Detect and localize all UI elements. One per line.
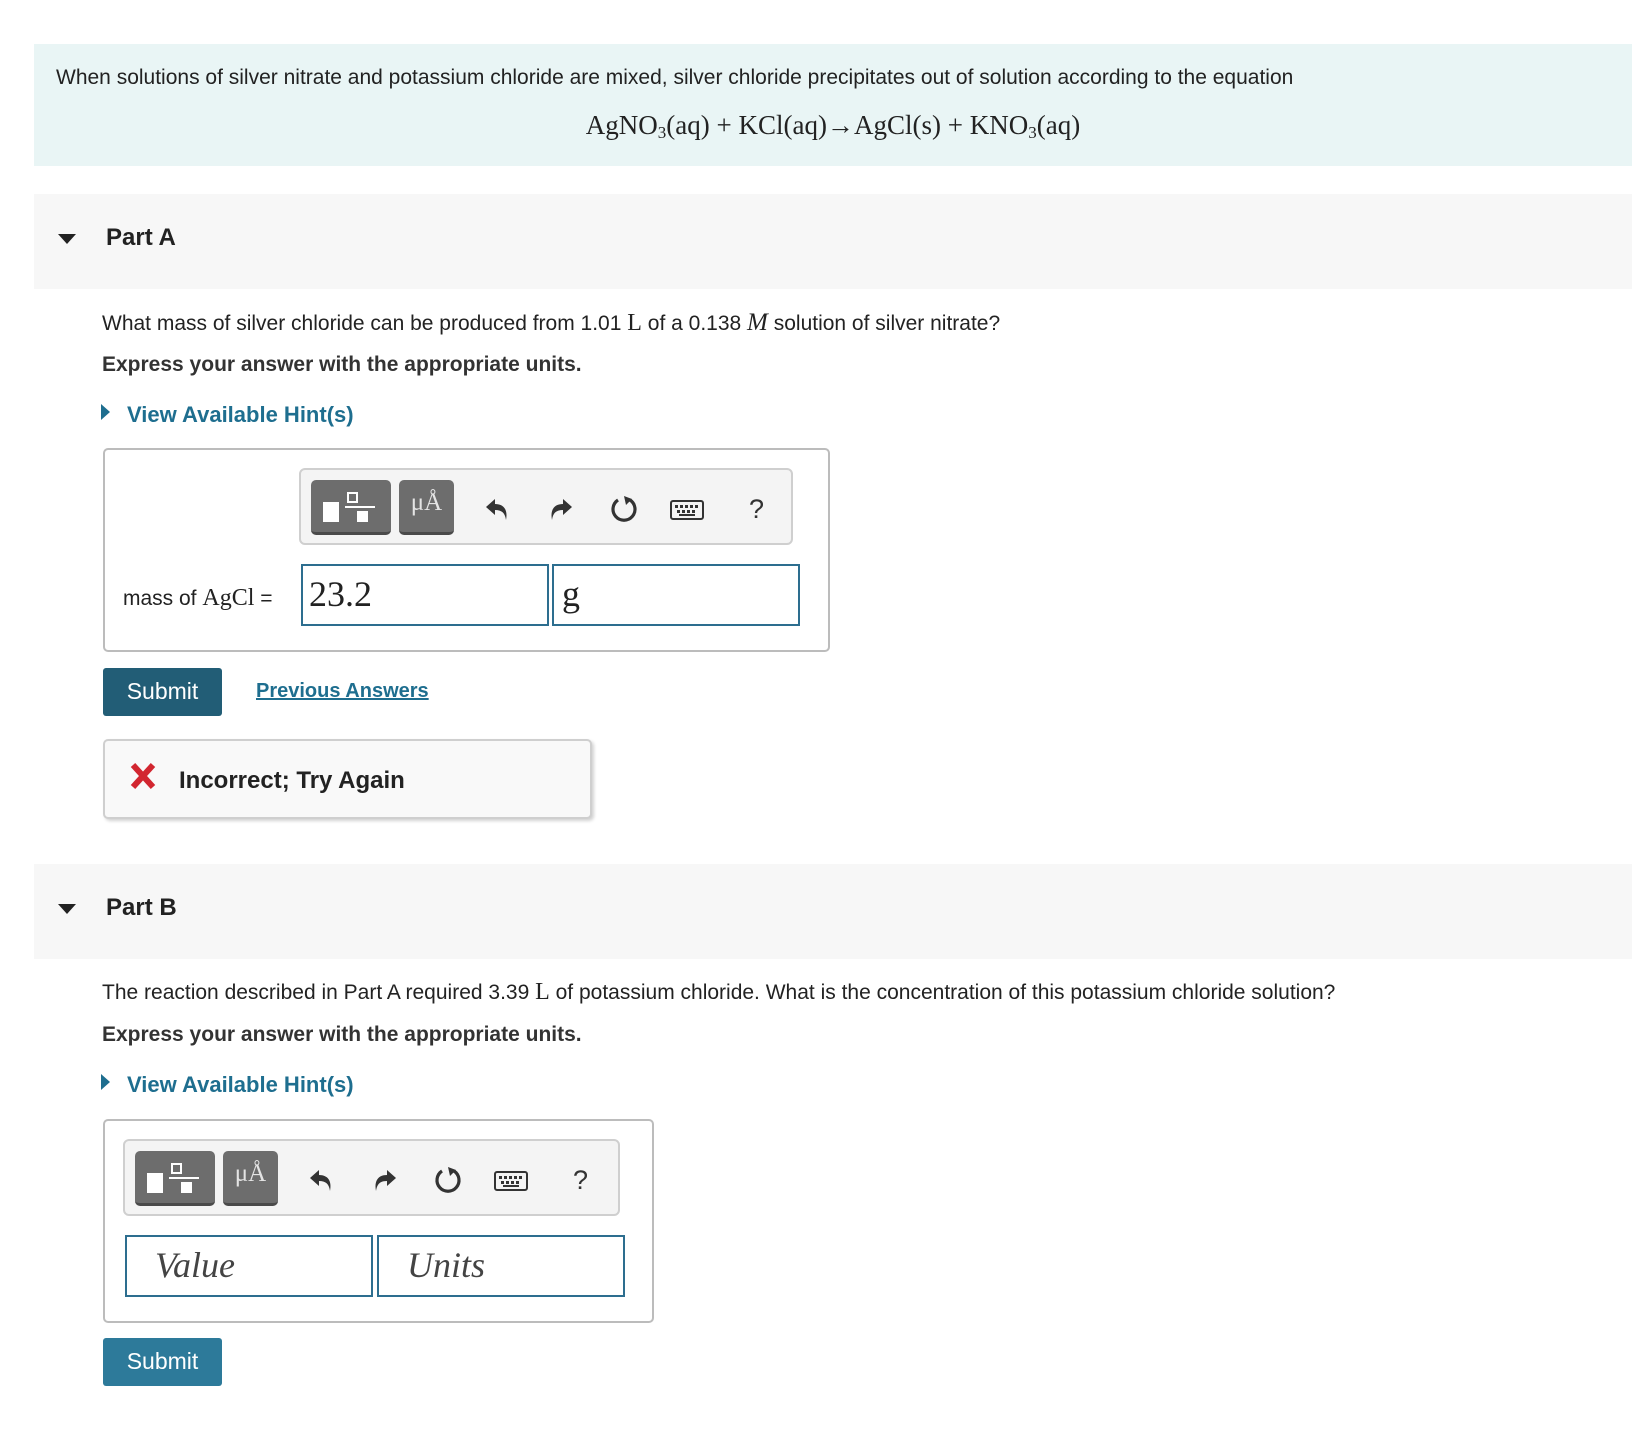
eq-arrow: → xyxy=(826,110,854,140)
answer-label-equals: = xyxy=(260,587,273,610)
question-text: solution of silver nitrate? xyxy=(773,312,1001,335)
redo-icon[interactable] xyxy=(367,1163,401,1197)
part-a-hint-toggle[interactable]: View Available Hint(s) xyxy=(101,402,354,428)
units-icon: μÅ xyxy=(234,1160,267,1187)
keyboard-icon[interactable] xyxy=(669,492,705,526)
hint-label[interactable]: View Available Hint(s) xyxy=(127,1072,354,1097)
unit-liters: L xyxy=(627,310,642,336)
part-b-title: Part B xyxy=(106,894,177,921)
units-input[interactable]: g xyxy=(552,564,800,626)
math-toolbar: μÅ ? xyxy=(299,468,793,545)
help-icon[interactable]: ? xyxy=(749,494,764,525)
part-b-hint-toggle[interactable]: View Available Hint(s) xyxy=(101,1072,354,1098)
feedback-message: Incorrect; Try Again xyxy=(179,767,405,794)
eq-product1: AgCl(s) xyxy=(853,110,941,140)
collapse-triangle-icon[interactable] xyxy=(58,234,76,244)
eq-reactant2: KCl(aq) xyxy=(738,110,827,140)
collapse-triangle-icon[interactable] xyxy=(58,904,76,914)
eq-reactant1: AgNO xyxy=(585,110,658,140)
part-b-question: The reaction described in Part A require… xyxy=(102,979,1335,1006)
unit-molarity: M xyxy=(747,309,768,336)
eq-plus: + xyxy=(716,110,732,140)
hint-triangle-icon xyxy=(101,1074,110,1090)
units-button[interactable]: μÅ xyxy=(223,1151,278,1206)
eq-reactant1-state: (aq) xyxy=(666,110,710,140)
redo-icon[interactable] xyxy=(543,492,577,526)
hint-triangle-icon xyxy=(101,404,110,420)
part-b-instruction: Express your answer with the appropriate… xyxy=(102,1023,582,1046)
answer-label: mass of AgCl = xyxy=(123,585,273,612)
question-text: The reaction described in Part A require… xyxy=(102,981,530,1004)
templates-button[interactable] xyxy=(135,1151,215,1206)
eq-product2-subscript: 3 xyxy=(1028,123,1037,142)
part-b-answer-box: μÅ ? Value Units xyxy=(103,1119,654,1323)
answer-label-text: mass of xyxy=(123,587,197,610)
part-a-question: What mass of silver chloride can be prod… xyxy=(102,309,1000,337)
hint-label[interactable]: View Available Hint(s) xyxy=(127,402,354,427)
chemical-equation: AgNO3(aq) + KCl(aq)→AgCl(s) + KNO3(aq) xyxy=(34,110,1632,141)
question-text: of a 0.138 xyxy=(647,312,742,335)
math-toolbar: μÅ ? xyxy=(123,1139,620,1216)
part-a-header[interactable]: Part A xyxy=(34,194,1632,289)
keyboard-icon[interactable] xyxy=(493,1163,529,1197)
question-text: of potassium chloride. What is the conce… xyxy=(555,981,1336,1004)
value-input[interactable]: 23.2 xyxy=(301,564,549,626)
eq-product2-state: (aq) xyxy=(1036,110,1081,140)
incorrect-x-icon xyxy=(129,761,157,791)
intro-text: When solutions of silver nitrate and pot… xyxy=(56,66,1294,89)
help-icon[interactable]: ? xyxy=(573,1165,588,1196)
part-a-title: Part A xyxy=(106,224,176,251)
templates-button[interactable] xyxy=(311,480,391,535)
reset-icon[interactable] xyxy=(431,1163,465,1197)
feedback-incorrect: Incorrect; Try Again xyxy=(103,739,592,819)
value-input[interactable]: Value xyxy=(125,1235,373,1297)
reset-icon[interactable] xyxy=(607,492,641,526)
answer-label-formula: AgCl xyxy=(202,585,255,611)
part-a-answer-box: μÅ ? mass of AgCl = 23.2 g xyxy=(103,448,830,652)
problem-intro: When solutions of silver nitrate and pot… xyxy=(34,44,1632,166)
question-text: What mass of silver chloride can be prod… xyxy=(102,312,622,335)
part-a-submit-button[interactable]: Submit xyxy=(103,668,222,716)
units-input[interactable]: Units xyxy=(377,1235,625,1297)
undo-icon[interactable] xyxy=(481,492,515,526)
templates-icon xyxy=(147,1163,203,1193)
part-b-submit-button[interactable]: Submit xyxy=(103,1338,222,1386)
part-b-header[interactable]: Part B xyxy=(34,864,1632,959)
templates-icon xyxy=(323,492,379,522)
units-icon: μÅ xyxy=(410,489,443,516)
unit-liters: L xyxy=(535,979,550,1005)
part-a-instruction: Express your answer with the appropriate… xyxy=(102,353,582,376)
previous-answers-link[interactable]: Previous Answers xyxy=(256,680,429,703)
undo-icon[interactable] xyxy=(305,1163,339,1197)
eq-plus: + xyxy=(947,110,963,140)
units-button[interactable]: μÅ xyxy=(399,480,454,535)
eq-product2: KNO xyxy=(969,110,1029,140)
